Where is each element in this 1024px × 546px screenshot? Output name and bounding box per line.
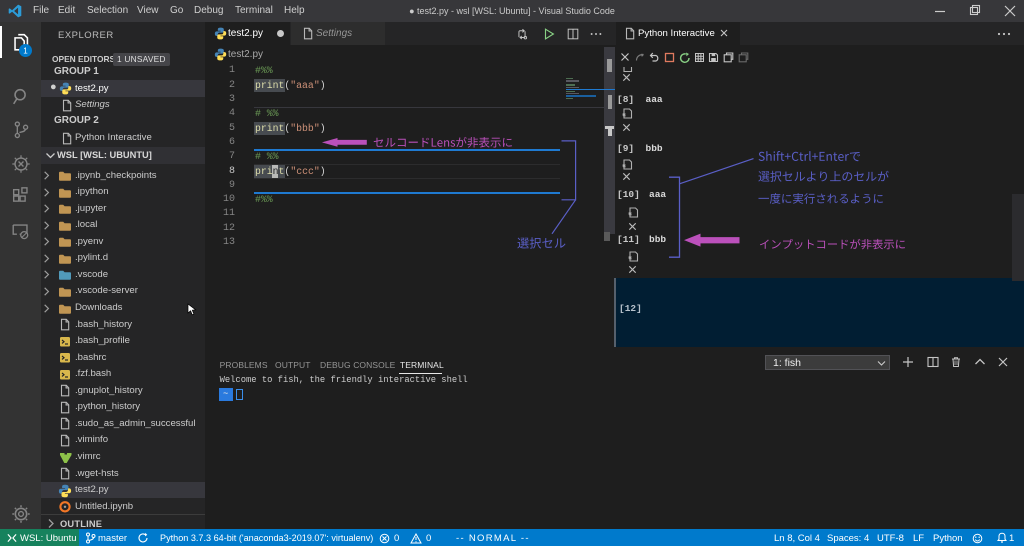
- svg-text:1: 1: [23, 46, 28, 55]
